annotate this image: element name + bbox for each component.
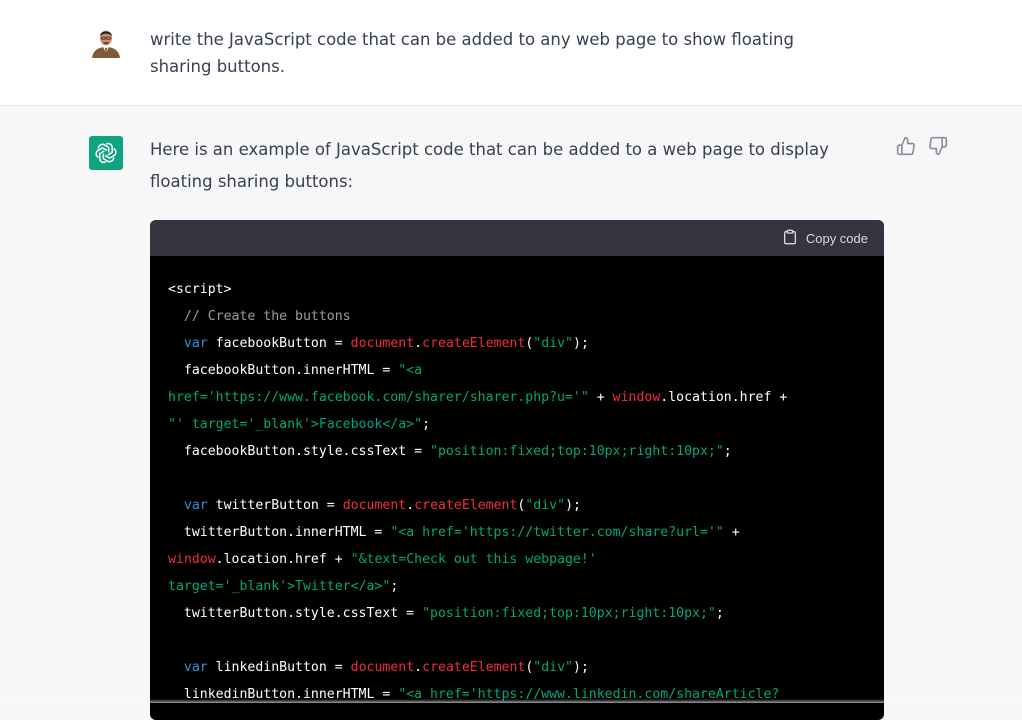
code-token: ; [422, 417, 431, 432]
code-token: ; [715, 606, 724, 621]
code-token: ); [573, 660, 589, 675]
code-token: document [350, 660, 415, 675]
code-line: twitterButton.innerHTML = "<a href='http… [168, 519, 868, 546]
copy-code-button[interactable]: Copy code [782, 229, 868, 248]
code-token: document [350, 336, 415, 351]
code-token: + [588, 390, 613, 405]
code-token: facebookButton.innerHTML = [168, 363, 399, 378]
code-line: <script> [168, 276, 868, 303]
code-token: createElement [422, 336, 526, 351]
code-line: var twitterButton = document.createEleme… [168, 492, 868, 519]
bottom-fade [0, 699, 1022, 703]
code-token: var [183, 660, 208, 675]
openai-logo-icon [89, 136, 123, 170]
code-token: // Create the buttons [168, 309, 351, 324]
code-line: target='_blank'>Twitter</a>"; [168, 573, 868, 600]
copy-code-label: Copy code [805, 230, 868, 246]
code-token: target='_blank'>Twitter</a>" [168, 579, 391, 594]
code-token: createElement [414, 498, 518, 513]
code-token: "<a href='https://twitter.com/share?url=… [390, 525, 724, 540]
code-token: facebookButton = [207, 336, 351, 351]
code-token: ; [723, 444, 732, 459]
code-token: window [168, 552, 216, 567]
code-token: "' target='_blank'>Facebook</a>" [168, 417, 423, 432]
thumbs-down-icon[interactable] [928, 136, 948, 156]
code-line: twitterButton.style.cssText = "position:… [168, 600, 868, 627]
user-message-row: write the JavaScript code that can be ad… [0, 0, 1022, 106]
code-line: href='https://www.facebook.com/sharer/sh… [168, 384, 868, 411]
code-token: ; [390, 579, 399, 594]
code-token: var [183, 498, 208, 513]
code-token: ); [573, 336, 589, 351]
code-token: document [342, 498, 407, 513]
code-line: var linkedinButton = document.createElem… [168, 654, 868, 681]
code-block-header: Copy code [150, 220, 884, 256]
code-token: "position:fixed;top:10px;right:10px;" [422, 606, 716, 621]
code-token: "div" [525, 498, 566, 513]
code-token: facebookButton.style.cssText = [168, 444, 431, 459]
assistant-message-row: Here is an example of JavaScript code th… [0, 106, 1022, 720]
code-line: facebookButton.style.cssText = "position… [168, 438, 868, 465]
code-token: twitterButton = [207, 498, 343, 513]
code-token: . [414, 660, 423, 675]
feedback-buttons [896, 136, 948, 156]
code-token: + [723, 525, 740, 540]
code-token: twitterButton.style.cssText = [168, 606, 423, 621]
code-token: . [414, 336, 423, 351]
code-token: ); [565, 498, 581, 513]
clipboard-icon [782, 229, 798, 248]
code-token: var [183, 336, 208, 351]
code-token: "div" [533, 660, 573, 675]
thumbs-up-icon[interactable] [896, 136, 916, 156]
code-token: "&text=Check out this webpage!' [350, 552, 597, 567]
code-line: // Create the buttons [168, 303, 868, 330]
code-content: <script> // Create the buttons var faceb… [150, 256, 884, 708]
code-token: "position:fixed;top:10px;right:10px;" [430, 444, 724, 459]
code-line: linkedinButton.innerHTML = "<a href='htt… [168, 681, 868, 708]
code-token: "div" [533, 336, 573, 351]
code-token: .location.href + [660, 390, 788, 405]
code-token: <script> [168, 282, 232, 297]
assistant-intro-text: Here is an example of JavaScript code th… [150, 140, 829, 191]
code-token: linkedinButton = [207, 660, 351, 675]
code-token: window [612, 390, 661, 405]
code-token: twitterButton.innerHTML = [168, 525, 391, 540]
user-avatar [90, 26, 122, 58]
user-message-text: write the JavaScript code that can be ad… [150, 30, 794, 76]
code-token: createElement [422, 660, 526, 675]
code-token: "<a [398, 363, 423, 378]
code-token: .location.href + [215, 552, 351, 567]
code-line: facebookButton.innerHTML = "<a [168, 357, 868, 384]
code-block: Copy code <script> // Create the buttons… [150, 220, 884, 720]
code-line: window.location.href + "&text=Check out … [168, 546, 868, 573]
code-token: href='https://www.facebook.com/sharer/sh… [168, 390, 589, 405]
code-line: var facebookButton = document.createElem… [168, 330, 868, 357]
code-token: . [406, 498, 415, 513]
code-line: "' target='_blank'>Facebook</a>"; [168, 411, 868, 438]
